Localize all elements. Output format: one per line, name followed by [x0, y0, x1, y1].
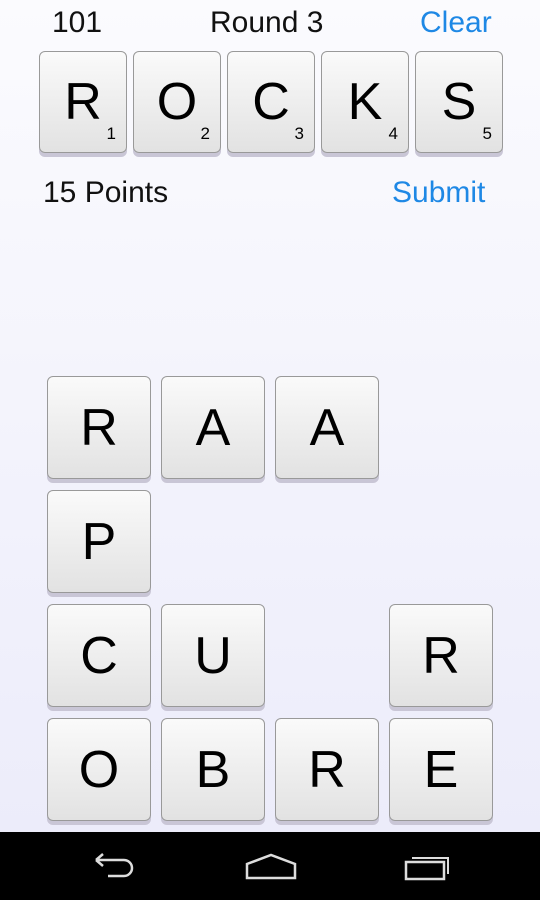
tile-letter: R	[64, 73, 102, 131]
tile-score: 1	[106, 124, 116, 143]
tile-score: 3	[294, 124, 304, 143]
tile-letter: C	[252, 73, 290, 131]
word-tile[interactable]: K4	[321, 51, 409, 153]
board-tile[interactable]: E	[389, 718, 493, 821]
board-tile[interactable]: R	[389, 604, 493, 707]
word-tile[interactable]: R1	[39, 51, 127, 153]
tile-letter: O	[156, 73, 198, 131]
board-tile[interactable]: O	[47, 718, 151, 821]
round-label: Round 3	[210, 6, 324, 39]
word-tile[interactable]: S5	[415, 51, 503, 153]
board-tile[interactable]: B	[161, 718, 265, 821]
tile-letter: S	[441, 73, 477, 131]
board-tile[interactable]: C	[47, 604, 151, 707]
board-tile[interactable]: P	[47, 490, 151, 593]
board-tile[interactable]: R	[275, 718, 379, 821]
tile-score: 4	[388, 124, 398, 143]
board-tile[interactable]: R	[47, 376, 151, 479]
word-tile[interactable]: O2	[133, 51, 221, 153]
submit-button[interactable]: Submit	[392, 176, 485, 210]
board-tile[interactable]: A	[161, 376, 265, 479]
total-score: 101	[52, 6, 103, 39]
home-icon[interactable]	[244, 852, 298, 882]
navigation-bar	[0, 832, 540, 900]
board-tile[interactable]: A	[275, 376, 379, 479]
tile-score: 5	[482, 124, 492, 143]
back-icon[interactable]	[88, 852, 138, 880]
word-points: 15 Points	[43, 176, 169, 209]
clear-button[interactable]: Clear	[420, 6, 492, 40]
tile-letter: K	[347, 73, 383, 131]
board-tile[interactable]: U	[161, 604, 265, 707]
word-tile[interactable]: C3	[227, 51, 315, 153]
tile-score: 2	[200, 124, 210, 143]
recent-apps-icon[interactable]	[404, 852, 454, 882]
